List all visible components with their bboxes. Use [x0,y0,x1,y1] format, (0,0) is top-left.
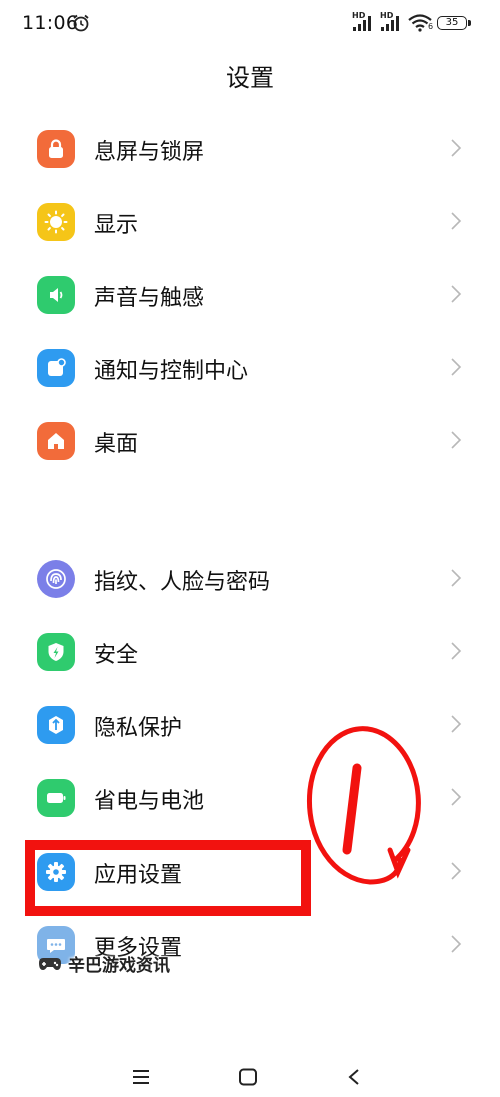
settings-item-app-settings[interactable]: 应用设置 [0,835,500,908]
status-bar: 11:06 HD HD 6 35 [0,0,500,46]
settings-item-label: 隐私保护 [94,716,183,741]
home-icon [37,422,75,460]
settings-item-label: 安全 [94,643,139,668]
chevron-right-icon [451,935,462,953]
page-title: 设置 [226,64,274,92]
settings-item-fingerprint[interactable]: 指纹、人脸与密码 [0,542,500,615]
chevron-right-icon [451,642,462,660]
chevron-right-icon [451,788,462,806]
battery-nub [468,20,471,26]
gamepad-icon [39,958,61,970]
settings-item-security[interactable]: 安全 [0,615,500,688]
settings-item-label: 省电与电池 [94,789,205,814]
settings-item-sound[interactable]: 声音与触感 [0,258,500,331]
battery-icon: 35 [437,16,467,30]
battery-level: 35 [445,17,459,28]
chevron-right-icon [451,715,462,733]
wifi-sub-label: 6 [428,22,434,31]
notification-icon [37,349,75,387]
gear-icon [37,853,75,891]
status-time: 11:06 [22,12,79,34]
chevron-right-icon [451,862,462,880]
settings-item-lock-screen[interactable]: 息屏与锁屏 [0,112,500,185]
settings-item-display[interactable]: 显示 [0,185,500,258]
chevron-right-icon [451,285,462,303]
settings-item-privacy[interactable]: 隐私保护 [0,688,500,761]
speaker-icon [37,276,75,314]
settings-item-label: 通知与控制中心 [94,359,249,384]
chevron-right-icon [451,139,462,157]
settings-item-battery[interactable]: 省电与电池 [0,761,500,834]
alarm-icon [73,14,89,32]
sun-icon [37,203,75,241]
chevron-right-icon [451,212,462,230]
signal-icon [381,16,399,31]
privacy-icon [37,706,75,744]
chevron-right-icon [451,431,462,449]
chevron-right-icon [451,569,462,587]
lock-icon [37,130,75,168]
menu-icon[interactable] [131,1068,151,1086]
navigation-bar [0,1060,500,1097]
shield-icon [37,633,75,671]
home-square-icon[interactable] [238,1068,258,1086]
fingerprint-icon [37,560,75,598]
back-icon[interactable] [346,1068,362,1086]
battery-saver-icon [37,779,75,817]
watermark-text: 辛巴游戏资讯 [68,955,170,976]
watermark: 辛巴游戏资讯 [38,949,170,977]
settings-item-label: 声音与触感 [94,286,205,311]
settings-item-home-screen[interactable]: 桌面 [0,404,500,477]
settings-item-label: 显示 [94,213,139,238]
settings-item-label: 指纹、人脸与密码 [94,570,271,595]
chevron-right-icon [451,358,462,376]
signal-icon [353,16,371,31]
settings-item-label: 息屏与锁屏 [94,140,205,165]
settings-item-notifications[interactable]: 通知与控制中心 [0,331,500,404]
settings-item-label: 桌面 [94,432,139,457]
settings-item-label: 应用设置 [94,863,183,888]
